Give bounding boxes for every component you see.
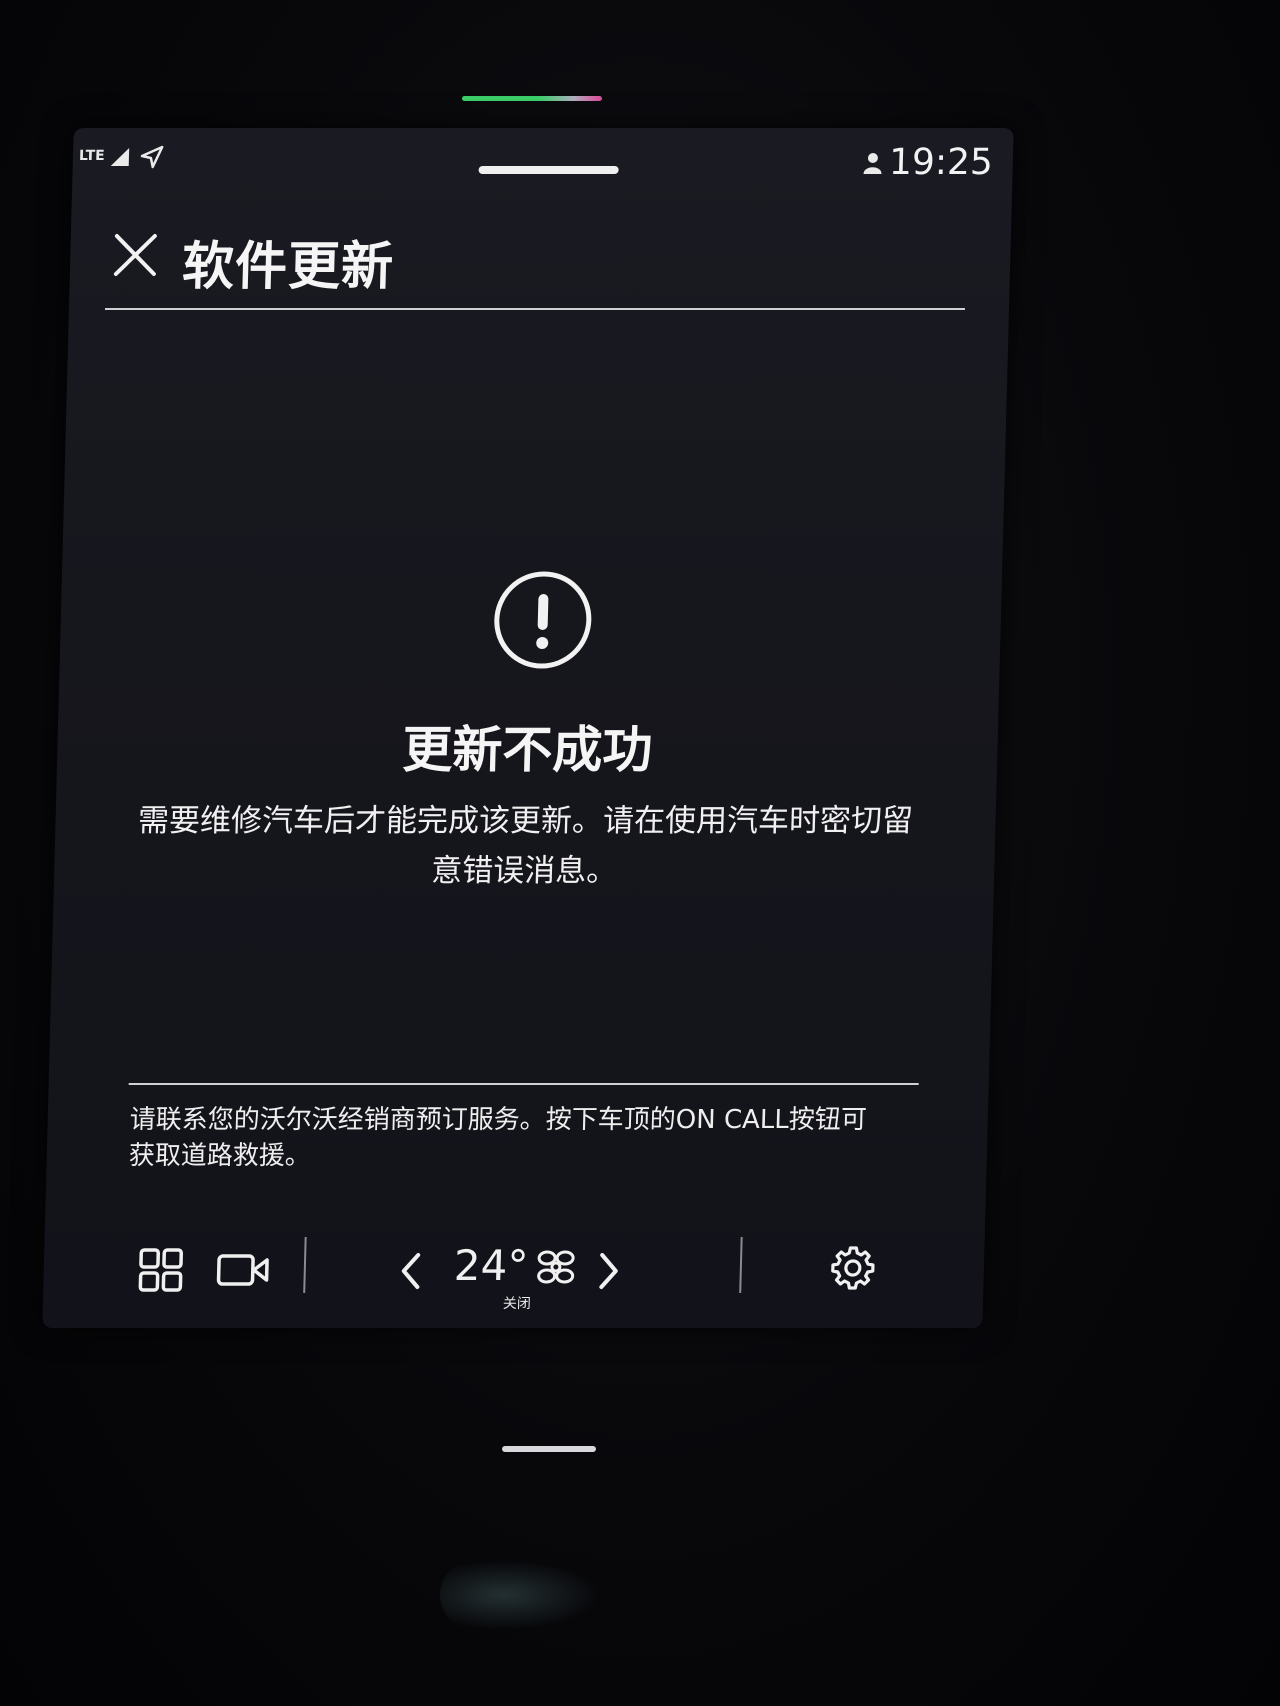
dealer-contact-note: 请联系您的沃尔沃经销商预订服务。按下车顶的ON CALL按钮可 获取道路救援。 — [128, 1102, 920, 1174]
status-bar: LTE 19:25 — [72, 128, 1014, 198]
clock-area[interactable]: 19:25 — [863, 142, 994, 183]
app-grid-icon[interactable] — [137, 1247, 184, 1293]
camera-icon[interactable] — [215, 1247, 270, 1293]
network-type: LTE — [78, 148, 105, 164]
bar-divider — [303, 1237, 307, 1293]
console-light — [440, 1560, 600, 1630]
bottom-climate-bar: 24° 关闭 — [103, 1233, 955, 1313]
close-icon[interactable] — [112, 232, 159, 278]
note-line: 请联系您的沃尔沃经销商预订服务。按下车顶的ON CALL按钮可 — [129, 1105, 868, 1135]
location-arrow-icon — [140, 145, 164, 169]
footer-divider — [128, 1083, 919, 1085]
message-line: 意错误消息。 — [430, 853, 618, 889]
clock-time: 19:25 — [888, 142, 994, 183]
message-line: 需要维修汽车后才能完成该更新。请在使用汽车时密切留 — [137, 803, 914, 839]
user-profile-icon — [863, 152, 882, 174]
page-header: 软件更新 — [105, 218, 967, 298]
header-divider — [104, 308, 965, 310]
note-line: 获取道路救援。 — [128, 1141, 312, 1171]
bar-divider — [739, 1237, 743, 1293]
signal-icon — [110, 148, 130, 166]
console-home-bar — [502, 1446, 596, 1452]
update-failed-message: 需要维修汽车后才能完成该更新。请在使用汽车时密切留 意错误消息。 — [114, 796, 937, 896]
warning-exclamation-icon — [494, 571, 592, 669]
fan-icon[interactable] — [535, 1247, 576, 1287]
settings-gear-icon[interactable] — [829, 1245, 876, 1291]
infotainment-screen: LTE 19:25 软件更新 更新不成功 需要维修汽车后才能完成该更新。请在使用 — [42, 128, 1014, 1328]
update-failed-title: 更新不成功 — [401, 721, 654, 779]
fan-status: 关闭 — [502, 1296, 532, 1312]
page-title: 软件更新 — [181, 237, 395, 297]
top-drag-handle[interactable] — [478, 166, 619, 174]
status-led-strip — [462, 96, 602, 101]
chevron-right-icon[interactable] — [593, 1251, 624, 1291]
chevron-left-icon[interactable] — [395, 1251, 426, 1291]
cabin-temperature[interactable]: 24° — [453, 1241, 529, 1290]
